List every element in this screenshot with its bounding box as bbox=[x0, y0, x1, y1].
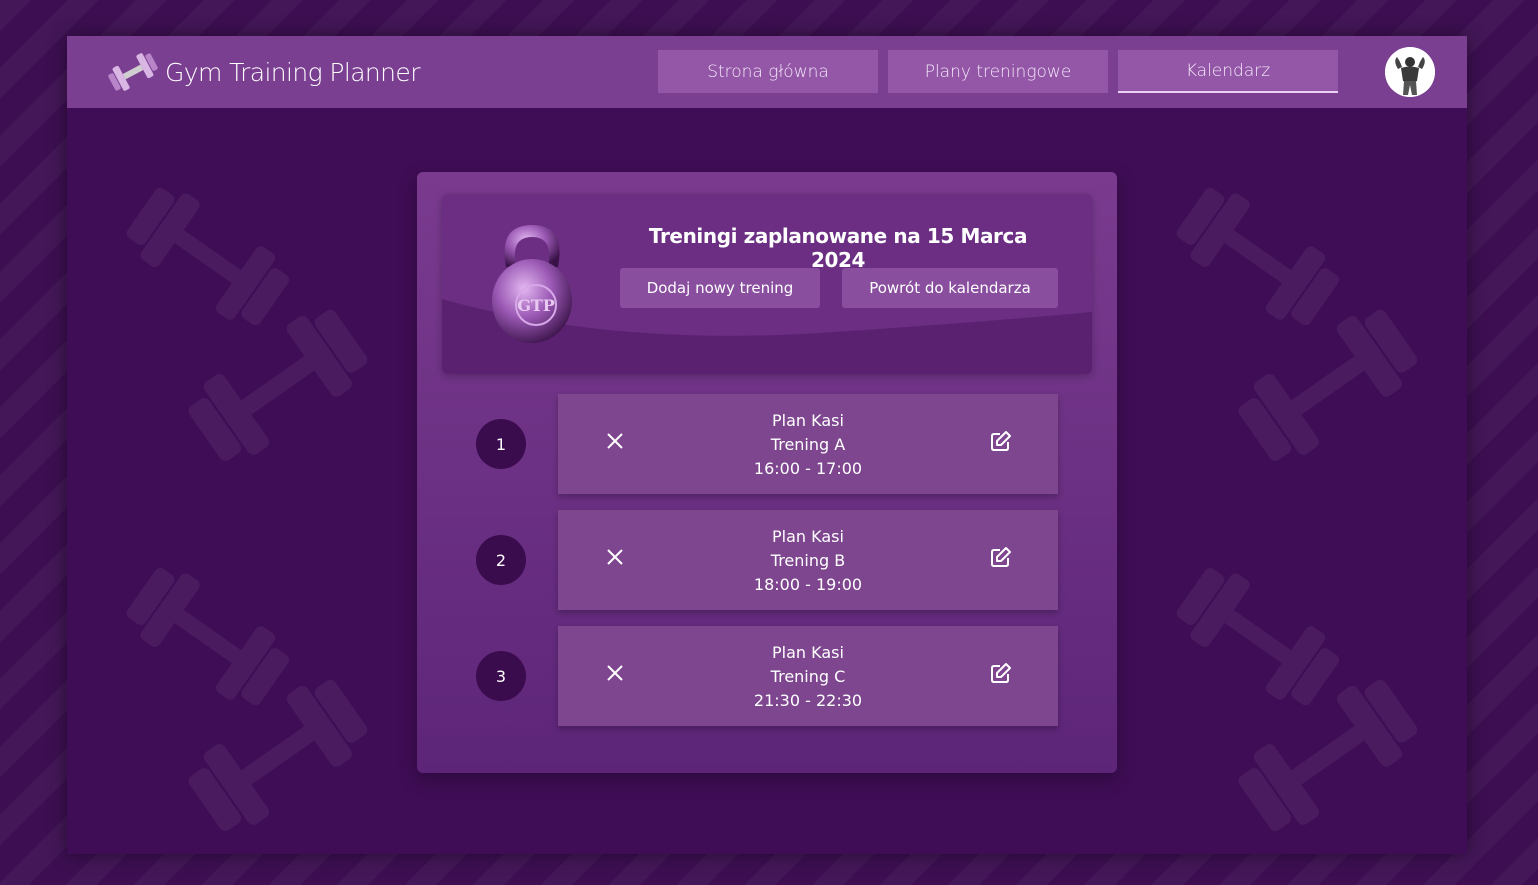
add-training-button[interactable]: Dodaj nowy trening bbox=[620, 268, 820, 308]
badge-text: GTP bbox=[517, 296, 555, 315]
back-to-calendar-button[interactable]: Powrót do kalendarza bbox=[842, 268, 1058, 308]
day-trainings-panel: GTP Treningi zaplanowane na 15 Marca 202… bbox=[417, 172, 1117, 773]
training-entry: 3 Plan Kasi Trening C 21:30 - 22:30 bbox=[417, 626, 1117, 726]
dumbbell-icon bbox=[108, 53, 158, 91]
entry-number-badge: 3 bbox=[476, 651, 526, 701]
edit-icon bbox=[991, 431, 1011, 451]
entry-number-badge: 1 bbox=[476, 419, 526, 469]
training-time: 16:00 - 17:00 bbox=[753, 459, 863, 478]
edit-training-button[interactable] bbox=[986, 658, 1016, 688]
training-plan-name: Plan Kasi bbox=[772, 411, 844, 430]
nav-home-button[interactable]: Strona główna bbox=[658, 50, 878, 93]
training-card[interactable]: Plan Kasi Trening A 16:00 - 17:00 bbox=[558, 394, 1058, 494]
nav-calendar-button[interactable]: Kalendarz bbox=[1118, 50, 1338, 93]
close-icon bbox=[607, 433, 623, 449]
delete-training-button[interactable] bbox=[600, 426, 630, 456]
kettlebell-gtp-icon: GTP bbox=[492, 225, 572, 343]
training-time: 18:00 - 19:00 bbox=[753, 575, 863, 594]
training-details: Plan Kasi Trening B 18:00 - 19:00 bbox=[658, 525, 958, 597]
training-name: Trening C bbox=[770, 667, 846, 686]
delete-training-button[interactable] bbox=[600, 658, 630, 688]
app-frame: Gym Training Planner Strona główna Plany… bbox=[67, 36, 1467, 854]
day-title: Treningi zaplanowane na 15 Marca 2024 bbox=[648, 224, 1028, 272]
close-icon bbox=[607, 549, 623, 565]
training-plan-name: Plan Kasi bbox=[772, 643, 844, 662]
edit-training-button[interactable] bbox=[986, 426, 1016, 456]
brand[interactable]: Gym Training Planner bbox=[107, 46, 420, 98]
avatar[interactable] bbox=[1385, 47, 1435, 97]
background-dumbbell-icon bbox=[188, 679, 368, 831]
training-name: Trening B bbox=[770, 551, 846, 570]
background-dumbbell-icon bbox=[1238, 309, 1418, 461]
training-plan-name: Plan Kasi bbox=[772, 527, 844, 546]
app-title: Gym Training Planner bbox=[165, 57, 420, 87]
training-card[interactable]: Plan Kasi Trening C 21:30 - 22:30 bbox=[558, 626, 1058, 726]
training-entry: 1 Plan Kasi Trening A 16:00 - 17:00 bbox=[417, 394, 1117, 494]
day-header-card: GTP Treningi zaplanowane na 15 Marca 202… bbox=[442, 194, 1092, 374]
background-dumbbell-icon bbox=[1238, 679, 1418, 831]
training-time: 21:30 - 22:30 bbox=[753, 691, 863, 710]
training-name: Trening A bbox=[770, 435, 846, 454]
edit-icon bbox=[991, 547, 1011, 567]
training-card[interactable]: Plan Kasi Trening B 18:00 - 19:00 bbox=[558, 510, 1058, 610]
training-details: Plan Kasi Trening C 21:30 - 22:30 bbox=[658, 641, 958, 713]
nav-training-plans-button[interactable]: Plany treningowe bbox=[888, 50, 1108, 93]
background-dumbbell-icon bbox=[188, 309, 368, 461]
training-details: Plan Kasi Trening A 16:00 - 17:00 bbox=[658, 409, 958, 481]
training-entry: 2 Plan Kasi Trening B 18:00 - 19:00 bbox=[417, 510, 1117, 610]
edit-training-button[interactable] bbox=[986, 542, 1016, 572]
top-navbar: Gym Training Planner Strona główna Plany… bbox=[67, 36, 1467, 108]
close-icon bbox=[607, 665, 623, 681]
delete-training-button[interactable] bbox=[600, 542, 630, 572]
bodybuilder-avatar-icon bbox=[1385, 47, 1435, 97]
edit-icon bbox=[991, 663, 1011, 683]
entry-number-badge: 2 bbox=[476, 535, 526, 585]
main-nav: Strona główna Plany treningowe Kalendarz bbox=[658, 50, 1338, 93]
